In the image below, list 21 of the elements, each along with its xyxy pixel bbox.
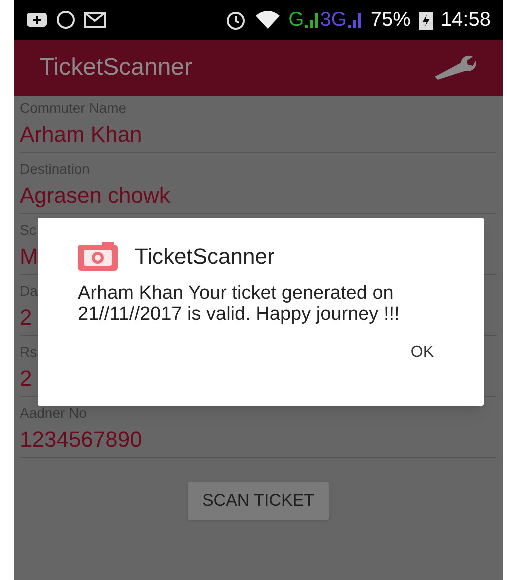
wrench-icon[interactable] bbox=[433, 55, 477, 81]
input-field[interactable]: Arham Khan bbox=[20, 116, 497, 153]
wifi-icon bbox=[254, 10, 281, 30]
clock: 14:58 bbox=[440, 8, 491, 33]
dialog-title: TicketScanner bbox=[135, 243, 275, 271]
notification-icon bbox=[26, 12, 48, 28]
signal-icon bbox=[304, 11, 320, 29]
network-type: 3G bbox=[320, 8, 347, 33]
battery-percentage: 75% bbox=[370, 8, 411, 33]
signal-icon bbox=[346, 11, 363, 29]
dialog-message: Arham Khan Your ticket generated on 21//11//2017 is valid. Happy journey !!! bbox=[78, 283, 401, 325]
scan-ticket-button[interactable]: SCAN TICKET bbox=[188, 482, 329, 520]
battery-icon bbox=[418, 10, 433, 30]
alarm-icon bbox=[224, 9, 247, 31]
network-type: G bbox=[288, 8, 304, 33]
ok-button[interactable]: OK bbox=[400, 337, 444, 369]
input-field[interactable]: Agrasen chowk bbox=[20, 177, 497, 214]
app-title: TicketScanner bbox=[40, 53, 194, 83]
input-field[interactable]: 1234567890 bbox=[20, 421, 497, 458]
mail-icon bbox=[84, 12, 106, 28]
camera-icon bbox=[78, 242, 118, 271]
